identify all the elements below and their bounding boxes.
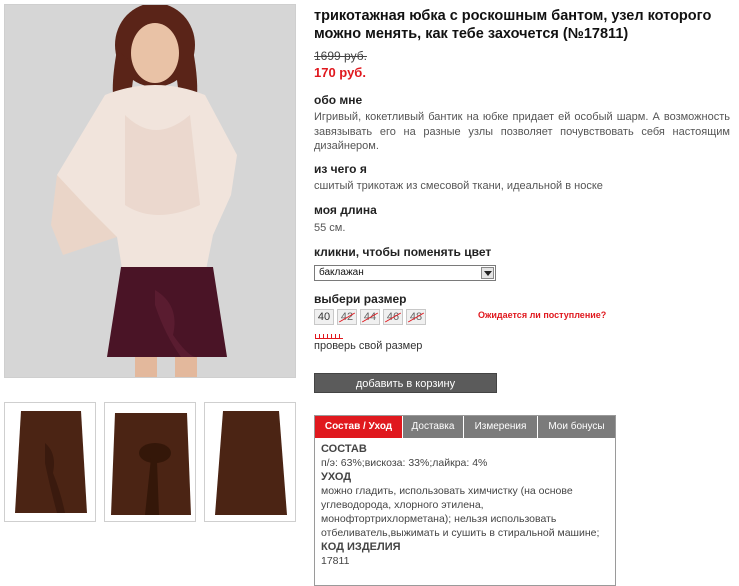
thumbnail-detail[interactable]: [104, 402, 196, 522]
add-to-cart-button[interactable]: добавить в корзину: [314, 373, 497, 393]
composition-heading: СОСТАВ: [321, 443, 367, 455]
info-tabs-panel: Состав / Уход Доставка Измерения Мои бон…: [314, 415, 616, 586]
model-photo-illustration: [5, 5, 295, 377]
skirt-bow-detail-image: [105, 403, 195, 521]
ruler-icon[interactable]: [315, 333, 343, 339]
material-heading: из чего я: [314, 162, 367, 176]
color-select-value: баклажан: [319, 267, 364, 278]
care-heading: УХОД: [321, 471, 352, 483]
tab-composition-care[interactable]: Состав / Уход: [315, 416, 403, 438]
length-heading: моя длина: [314, 203, 377, 217]
old-price: 1699 руб.: [314, 49, 367, 63]
code-heading: КОД ИЗДЕЛИЯ: [321, 541, 401, 553]
skirt-back-image: [205, 403, 295, 521]
about-heading: обо мне: [314, 93, 363, 107]
size-option-40[interactable]: 40: [314, 309, 334, 325]
thumbnail-back[interactable]: [204, 402, 296, 522]
size-option-42: 42: [337, 309, 357, 325]
length-text: 55 см.: [314, 222, 346, 234]
tab-bonuses[interactable]: Мои бонусы: [538, 416, 615, 438]
tab-delivery[interactable]: Доставка: [403, 416, 464, 438]
size-option-44: 44: [360, 309, 380, 325]
composition-text: п/э: 63%;вискоза: 33%;лайкра: 4%: [321, 457, 488, 469]
tab-content: СОСТАВ п/э: 63%;вискоза: 33%;лайкра: 4% …: [315, 438, 615, 568]
size-heading: выбери размер: [314, 292, 407, 306]
skirt-front-image: [5, 403, 95, 521]
chevron-down-icon[interactable]: [481, 267, 494, 279]
tab-measurements[interactable]: Измерения: [464, 416, 538, 438]
code-value: 17811: [321, 555, 350, 567]
sale-price: 170 руб.: [314, 65, 366, 80]
product-title: трикотажная юбка с роскошным бантом, узе…: [314, 8, 712, 42]
info-tabs: Состав / Уход Доставка Измерения Мои бон…: [315, 416, 615, 438]
availability-link[interactable]: Ожидается ли поступление?: [478, 310, 606, 320]
check-size-link[interactable]: проверь свой размер: [314, 340, 422, 352]
about-text: Игривый, кокетливый бантик на юбке прида…: [314, 111, 730, 152]
color-heading: кликни, чтобы поменять цвет: [314, 245, 492, 259]
size-options: 40 42 44 46 48: [314, 309, 426, 325]
thumbnail-front[interactable]: [4, 402, 96, 522]
size-option-48: 48: [406, 309, 426, 325]
color-select[interactable]: баклажан: [314, 265, 496, 281]
main-product-photo[interactable]: [4, 4, 296, 378]
material-text: сшитый трикотаж из смесовой ткани, идеал…: [314, 180, 603, 192]
care-text: можно гладить, использовать химчистку (н…: [321, 485, 600, 539]
size-option-46: 46: [383, 309, 403, 325]
